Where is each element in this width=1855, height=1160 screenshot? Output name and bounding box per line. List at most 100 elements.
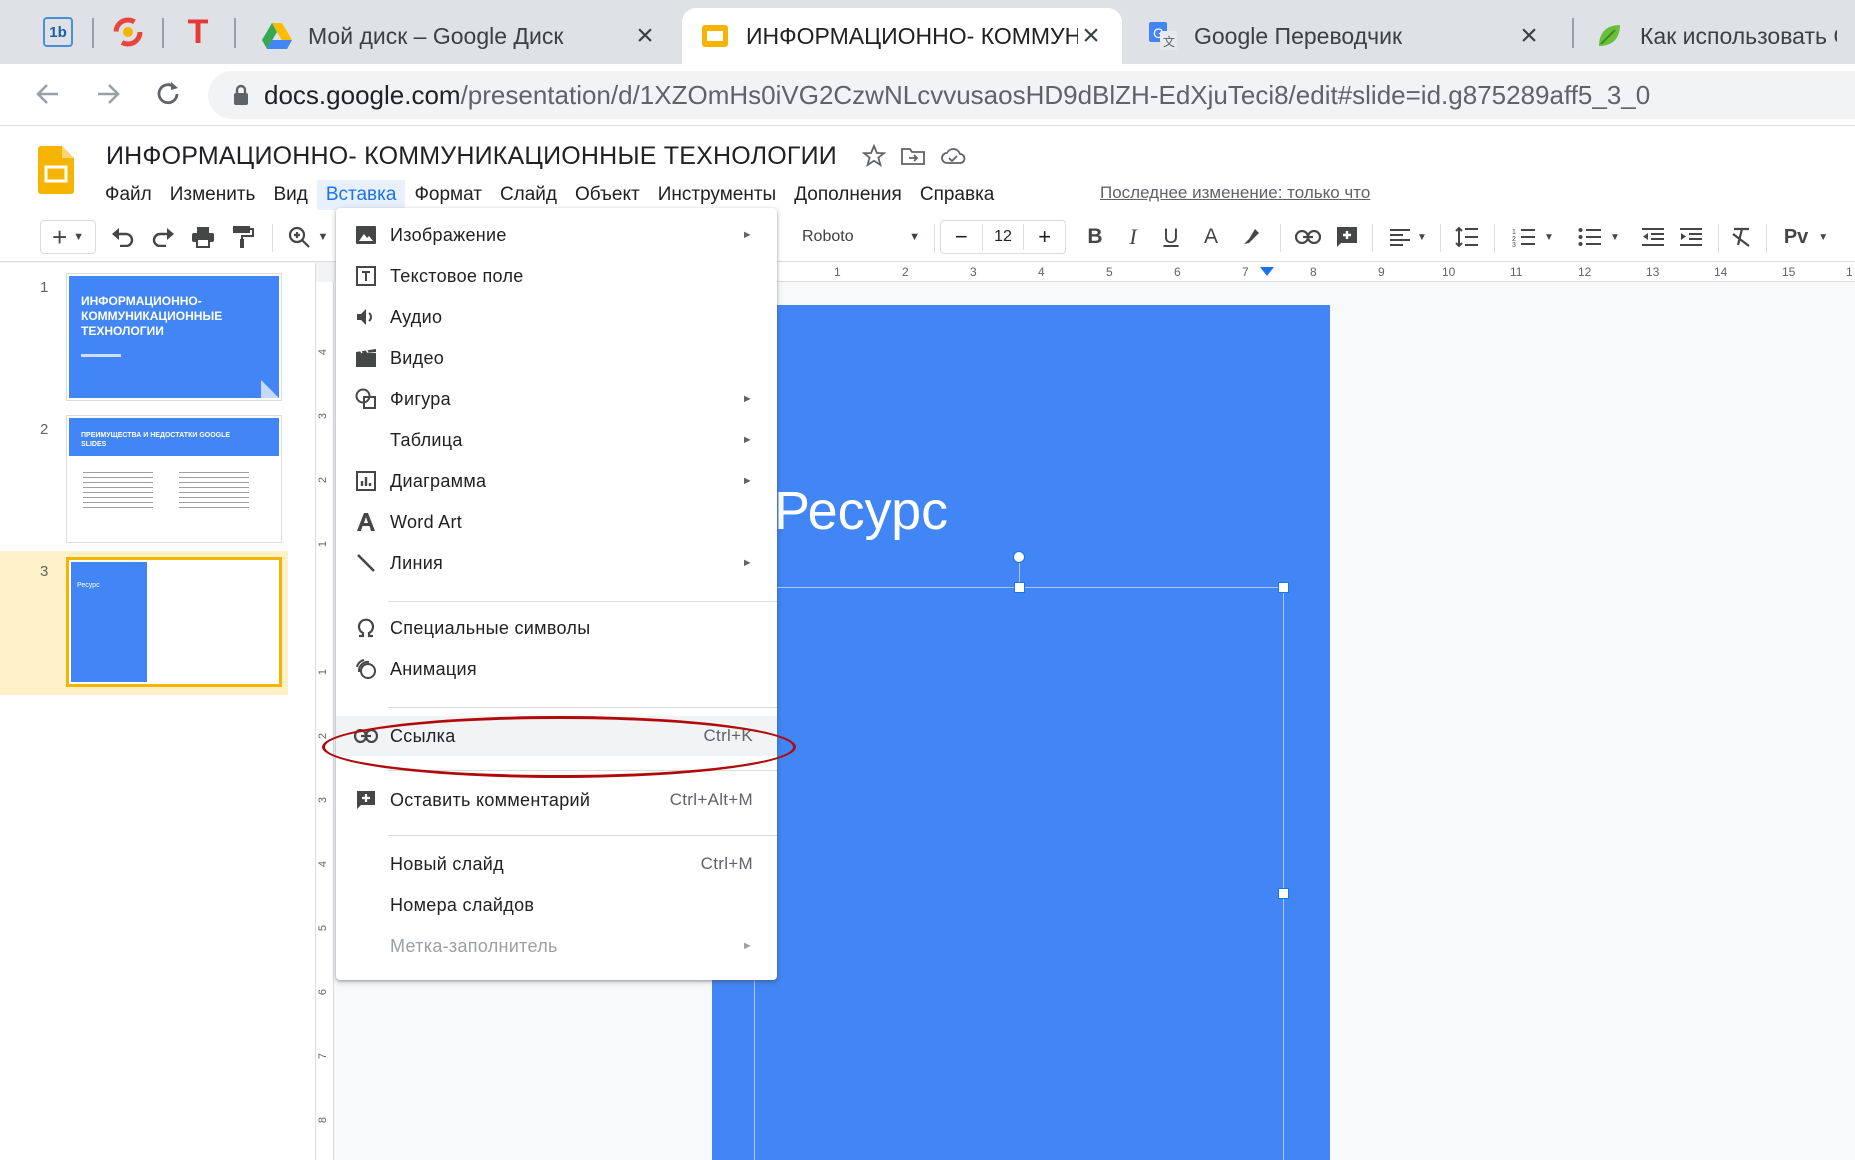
text-color-icon[interactable]: A	[1196, 220, 1226, 254]
menu-item-add-comment[interactable]: Оставить комментарий Ctrl+Alt+M	[336, 780, 777, 820]
menu-item-shape[interactable]: Фигура ►	[336, 379, 777, 419]
pinned-tab-1b[interactable]: 1b	[38, 12, 78, 52]
spiral-app-icon	[113, 17, 143, 47]
ruler-number: 5	[1106, 265, 1113, 279]
tab-google-translate[interactable]: G文 Google Переводчик ×	[1130, 8, 1560, 64]
menu-help[interactable]: Справка	[911, 180, 1004, 210]
thumb-title: ИНФОРМАЦИОННО- КОММУНИКАЦИОННЫЕ ТЕХНОЛОГ…	[81, 294, 223, 338]
menu-item-label: Фигура	[390, 388, 451, 409]
menu-addons[interactable]: Дополнения	[785, 180, 911, 210]
resize-handle-right[interactable]	[1278, 888, 1289, 899]
indent-marker-icon[interactable]	[1260, 267, 1274, 277]
tab-google-drive[interactable]: Мой диск – Google Диск ×	[244, 8, 676, 64]
print-button[interactable]	[188, 220, 218, 254]
tab-slides[interactable]: ИНФОРМАЦИОННО- КОММУНИКАЦИОННЫЕ ТЕХНОЛОГ…	[682, 8, 1122, 64]
pinned-tab-spiral[interactable]	[108, 12, 148, 52]
menu-item-special-characters[interactable]: Специальные символы	[336, 608, 777, 648]
font-size-value[interactable]: 12	[983, 228, 1024, 246]
menu-tools[interactable]: Инструменты	[649, 180, 785, 210]
ruler-number: 2	[902, 265, 909, 279]
new-slide-button[interactable]: + ▼	[40, 220, 96, 254]
back-button[interactable]	[28, 74, 68, 114]
back-arrow-icon	[36, 84, 58, 104]
input-tools-button[interactable]: Рv ▼	[1774, 220, 1838, 254]
star-icon[interactable]	[862, 144, 886, 168]
increase-size-icon[interactable]: +	[1023, 224, 1065, 250]
slide-thumbnail-2[interactable]: 2 ПРЕИМУЩЕСТВА И НЕДОСТАТКИ GOOGLE SLIDE…	[0, 409, 288, 549]
line-spacing-icon[interactable]	[1452, 220, 1482, 254]
last-edit-link[interactable]: Последнее изменение: только что	[1100, 183, 1370, 203]
redo-button[interactable]	[148, 220, 178, 254]
menu-item-label: Анимация	[390, 658, 477, 679]
bulleted-list-button[interactable]: ▼	[1572, 220, 1626, 254]
ruler-number: 15	[1782, 265, 1796, 279]
tab-how-to-use[interactable]: Как использовать Google	[1576, 8, 1855, 64]
close-tab-icon[interactable]: ×	[1516, 21, 1542, 51]
menu-item-shortcut: Ctrl+Alt+M	[669, 790, 753, 809]
google-slides-logo[interactable]	[38, 146, 74, 199]
decrease-indent-icon[interactable]	[1638, 220, 1668, 254]
menu-item-text-box[interactable]: Текстовое поле	[336, 256, 777, 296]
google-translate-icon: G文	[1148, 21, 1178, 51]
increase-indent-icon[interactable]	[1676, 220, 1706, 254]
numbered-list-button[interactable]: 1 2 3 ▼	[1506, 220, 1560, 254]
menu-item-animation[interactable]: Анимация	[336, 649, 777, 689]
clear-formatting-icon[interactable]	[1726, 220, 1756, 254]
menu-format[interactable]: Формат	[405, 180, 491, 210]
ruler-number: 2	[317, 476, 330, 484]
font-select[interactable]: Roboto ▼	[790, 220, 930, 254]
menu-item-audio[interactable]: Аудио	[336, 297, 777, 337]
menu-item-label: Диаграмма	[390, 470, 487, 491]
undo-button[interactable]	[108, 220, 138, 254]
decrease-size-icon[interactable]: −	[941, 224, 983, 250]
svg-text:3: 3	[1512, 242, 1516, 247]
ruler-number: 2	[317, 732, 330, 740]
move-folder-icon[interactable]	[900, 144, 926, 168]
document-title[interactable]: ИНФОРМАЦИОННО- КОММУНИКАЦИОННЫЕ ТЕХНОЛОГ…	[106, 142, 837, 171]
close-tab-icon[interactable]: ×	[632, 21, 658, 51]
url-input[interactable]: docs.google.com/presentation/d/1XZOmHs0i…	[208, 71, 1855, 119]
insert-link-icon[interactable]	[1292, 220, 1324, 254]
menu-slide[interactable]: Слайд	[491, 180, 566, 210]
align-button[interactable]: ▼	[1384, 220, 1432, 254]
highlight-icon[interactable]	[1236, 220, 1266, 254]
ruler-number: 1	[834, 265, 841, 279]
paint-format-button[interactable]	[228, 220, 258, 254]
submenu-arrow-icon: ►	[741, 557, 753, 569]
menu-edit[interactable]: Изменить	[161, 180, 265, 210]
menu-item-slide-numbers[interactable]: Номера слайдов	[336, 885, 777, 925]
menu-object[interactable]: Объект	[566, 180, 649, 210]
menu-item-placeholder: Метка-заполнитель ►	[336, 926, 777, 966]
menu-item-table[interactable]: Таблица ►	[336, 420, 777, 460]
forward-button[interactable]	[88, 74, 128, 114]
resize-handle-top-right[interactable]	[1278, 582, 1289, 593]
reload-button[interactable]	[148, 74, 188, 114]
add-comment-icon[interactable]	[1332, 220, 1362, 254]
slide-background[interactable]	[712, 305, 1330, 1160]
menu-item-line[interactable]: Линия ►	[336, 543, 777, 583]
close-tab-icon[interactable]: ×	[1078, 21, 1104, 51]
resize-handle-top[interactable]	[1014, 582, 1025, 593]
horizontal-ruler: 1 2 3 4 5 6 7 8 9 10 11 12 13 14 15 1	[760, 262, 1855, 282]
bulleted-list-icon	[1578, 228, 1602, 246]
cloud-saved-icon[interactable]	[940, 144, 966, 168]
italic-icon[interactable]: I	[1118, 220, 1148, 254]
menu-item-image[interactable]: Изображение ►	[336, 215, 777, 255]
zoom-button[interactable]: ▼	[284, 220, 332, 254]
menu-item-chart[interactable]: Диаграмма ►	[336, 461, 777, 501]
rotate-handle[interactable]	[1013, 551, 1025, 563]
menu-file[interactable]: Файл	[96, 180, 161, 210]
underline-icon[interactable]: U	[1156, 220, 1186, 254]
menu-insert[interactable]: Вставка	[316, 180, 406, 210]
slide-title[interactable]: Ресурс	[774, 480, 948, 542]
slide-thumbnail-1[interactable]: 1 ИНФОРМАЦИОННО- КОММУНИКАЦИОННЫЕ ТЕХНОЛ…	[0, 267, 288, 407]
menu-item-new-slide[interactable]: Новый слайд Ctrl+M	[336, 844, 777, 884]
menu-view[interactable]: Вид	[264, 180, 316, 210]
font-size-stepper[interactable]: − 12 +	[940, 220, 1066, 254]
slide-thumbnail-3[interactable]: 3 Ресурс	[0, 551, 288, 695]
menu-item-video[interactable]: Видео	[336, 338, 777, 378]
bold-icon[interactable]: B	[1080, 220, 1110, 254]
add-comment-icon	[354, 788, 378, 812]
menu-item-word-art[interactable]: Word Art	[336, 502, 777, 542]
pinned-tab-t[interactable]: T	[178, 12, 218, 52]
